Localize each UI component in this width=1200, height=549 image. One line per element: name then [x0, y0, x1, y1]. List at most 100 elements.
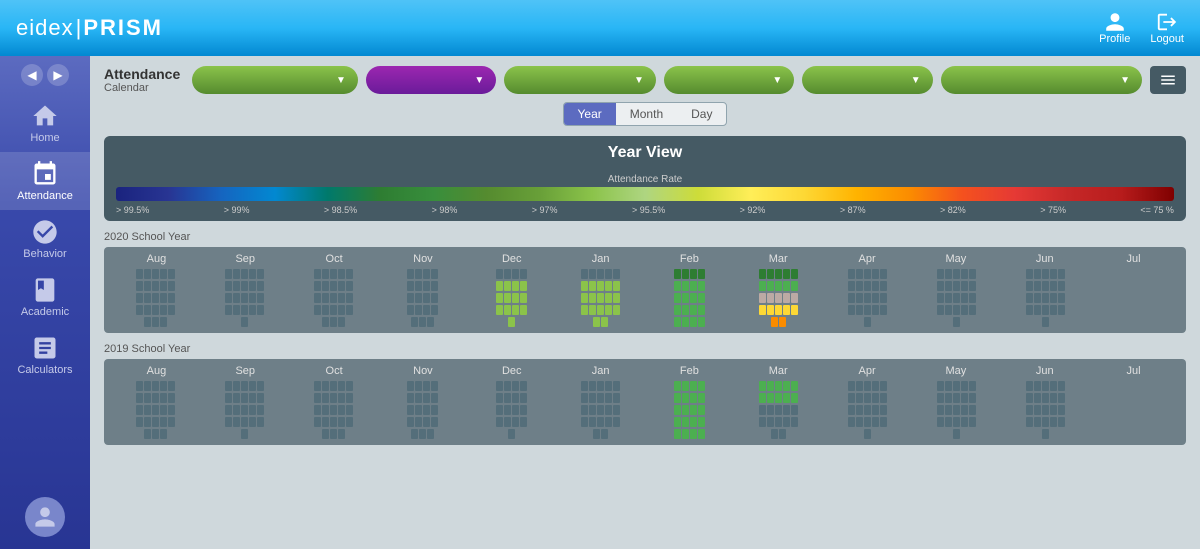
day-cell[interactable] [431, 381, 438, 391]
day-cell[interactable] [767, 293, 774, 303]
day-cell[interactable] [504, 405, 511, 415]
day-cell[interactable] [1042, 429, 1049, 439]
day-cell[interactable] [1026, 293, 1033, 303]
day-cell[interactable] [1050, 293, 1057, 303]
day-cell[interactable] [775, 393, 782, 403]
day-cell[interactable] [856, 305, 863, 315]
day-cell[interactable] [330, 381, 337, 391]
day-cell[interactable] [249, 381, 256, 391]
day-cell[interactable] [613, 293, 620, 303]
day-cell[interactable] [431, 405, 438, 415]
day-cell[interactable] [1050, 269, 1057, 279]
day-cell[interactable] [581, 293, 588, 303]
day-cell[interactable] [144, 429, 151, 439]
view-btn-day[interactable]: Day [677, 103, 726, 125]
day-cell[interactable] [880, 381, 887, 391]
day-cell[interactable] [168, 417, 175, 427]
day-cell[interactable] [415, 293, 422, 303]
day-cell[interactable] [937, 269, 944, 279]
day-cell[interactable] [314, 381, 321, 391]
day-cell[interactable] [698, 305, 705, 315]
day-cell[interactable] [322, 305, 329, 315]
day-cell[interactable] [848, 293, 855, 303]
view-btn-year[interactable]: Year [564, 103, 616, 125]
day-cell[interactable] [880, 393, 887, 403]
day-cell[interactable] [783, 281, 790, 291]
day-cell[interactable] [597, 281, 604, 291]
day-cell[interactable] [233, 293, 240, 303]
day-cell[interactable] [767, 405, 774, 415]
day-cell[interactable] [520, 281, 527, 291]
day-cell[interactable] [690, 381, 697, 391]
day-cell[interactable] [241, 281, 248, 291]
day-cell[interactable] [698, 417, 705, 427]
day-cell[interactable] [674, 305, 681, 315]
sidebar-item-behavior[interactable]: Behavior [0, 210, 90, 268]
day-cell[interactable] [322, 317, 329, 327]
day-cell[interactable] [605, 405, 612, 415]
day-cell[interactable] [346, 305, 353, 315]
day-cell[interactable] [520, 305, 527, 315]
day-cell[interactable] [864, 393, 871, 403]
day-cell[interactable] [233, 381, 240, 391]
day-cell[interactable] [613, 269, 620, 279]
day-cell[interactable] [775, 381, 782, 391]
day-cell[interactable] [937, 393, 944, 403]
day-cell[interactable] [1058, 305, 1065, 315]
day-cell[interactable] [257, 305, 264, 315]
day-cell[interactable] [791, 269, 798, 279]
profile-button[interactable]: Profile [1099, 11, 1130, 45]
day-cell[interactable] [945, 393, 952, 403]
day-cell[interactable] [791, 281, 798, 291]
day-cell[interactable] [969, 269, 976, 279]
day-cell[interactable] [698, 317, 705, 327]
day-cell[interactable] [601, 317, 608, 327]
day-cell[interactable] [771, 317, 778, 327]
day-cell[interactable] [257, 393, 264, 403]
day-cell[interactable] [144, 269, 151, 279]
day-cell[interactable] [864, 281, 871, 291]
day-cell[interactable] [1050, 405, 1057, 415]
day-cell[interactable] [415, 269, 422, 279]
day-cell[interactable] [581, 405, 588, 415]
day-cell[interactable] [496, 293, 503, 303]
day-cell[interactable] [338, 269, 345, 279]
day-cell[interactable] [864, 293, 871, 303]
day-cell[interactable] [168, 381, 175, 391]
day-cell[interactable] [225, 417, 232, 427]
day-cell[interactable] [969, 381, 976, 391]
day-cell[interactable] [152, 269, 159, 279]
day-cell[interactable] [1026, 417, 1033, 427]
day-cell[interactable] [969, 393, 976, 403]
day-cell[interactable] [690, 417, 697, 427]
day-cell[interactable] [314, 405, 321, 415]
day-cell[interactable] [160, 317, 167, 327]
view-btn-month[interactable]: Month [616, 103, 677, 125]
day-cell[interactable] [880, 281, 887, 291]
day-cell[interactable] [1026, 405, 1033, 415]
day-cell[interactable] [759, 417, 766, 427]
day-cell[interactable] [953, 269, 960, 279]
day-cell[interactable] [496, 405, 503, 415]
day-cell[interactable] [880, 269, 887, 279]
day-cell[interactable] [1026, 393, 1033, 403]
day-cell[interactable] [233, 305, 240, 315]
day-cell[interactable] [601, 429, 608, 439]
day-cell[interactable] [241, 393, 248, 403]
day-cell[interactable] [152, 429, 159, 439]
day-cell[interactable] [783, 269, 790, 279]
sidebar-item-academic[interactable]: Academic [0, 268, 90, 326]
day-cell[interactable] [759, 293, 766, 303]
sidebar-avatar[interactable] [25, 497, 65, 537]
day-cell[interactable] [160, 305, 167, 315]
day-cell[interactable] [520, 293, 527, 303]
day-cell[interactable] [613, 281, 620, 291]
day-cell[interactable] [961, 393, 968, 403]
day-cell[interactable] [1034, 393, 1041, 403]
day-cell[interactable] [856, 405, 863, 415]
day-cell[interactable] [346, 393, 353, 403]
day-cell[interactable] [160, 293, 167, 303]
day-cell[interactable] [512, 305, 519, 315]
day-cell[interactable] [581, 269, 588, 279]
day-cell[interactable] [136, 293, 143, 303]
